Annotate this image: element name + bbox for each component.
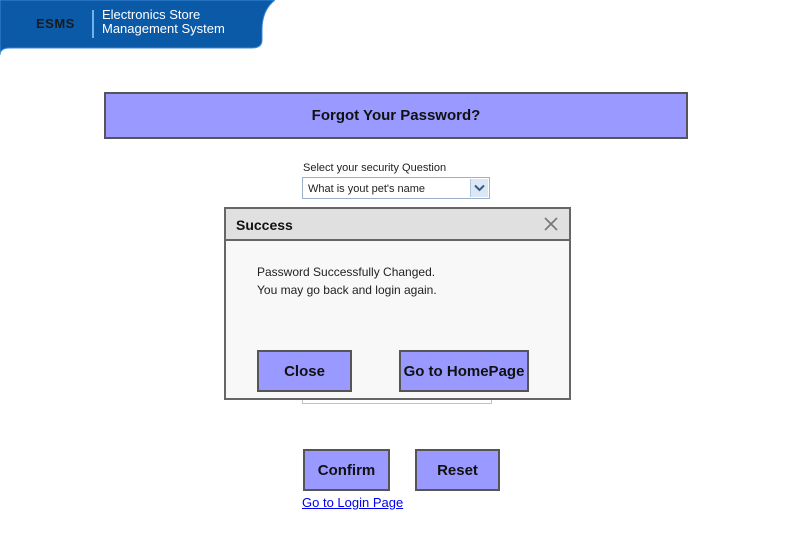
security-question-label: Select your security Question [303, 162, 447, 174]
close-icon[interactable] [543, 216, 559, 232]
page-title: Forgot Your Password? [104, 92, 688, 139]
confirm-button[interactable]: Confirm [303, 449, 390, 491]
system-name-line1: Electronics Store [102, 7, 201, 22]
dialog-message: Password Successfully Changed. You may g… [257, 263, 437, 299]
dropdown-arrow[interactable] [470, 179, 488, 197]
dialog-close-button[interactable]: Close [257, 350, 352, 392]
system-name: Electronics Store Management System [102, 8, 225, 36]
reset-button[interactable]: Reset [415, 449, 500, 491]
login-page-link[interactable]: Go to Login Page [302, 495, 403, 510]
success-dialog: Success Password Successfully Changed. Y… [224, 207, 571, 400]
dialog-message-line2: You may go back and login again. [257, 283, 437, 297]
dialog-message-line1: Password Successfully Changed. [257, 265, 436, 279]
chevron-down-icon [474, 184, 485, 192]
dialog-title: Success [236, 217, 293, 233]
dialog-header: Success [226, 209, 569, 241]
logo: ESMS [36, 16, 75, 31]
security-question-select[interactable]: What is yout pet's name [302, 177, 490, 199]
go-to-homepage-button[interactable]: Go to HomePage [399, 350, 529, 392]
system-name-line2: Management System [102, 21, 225, 36]
security-question-value: What is yout pet's name [308, 183, 426, 195]
app-header: ESMS Electronics Store Management System [0, 0, 275, 55]
logo-divider [92, 10, 94, 38]
